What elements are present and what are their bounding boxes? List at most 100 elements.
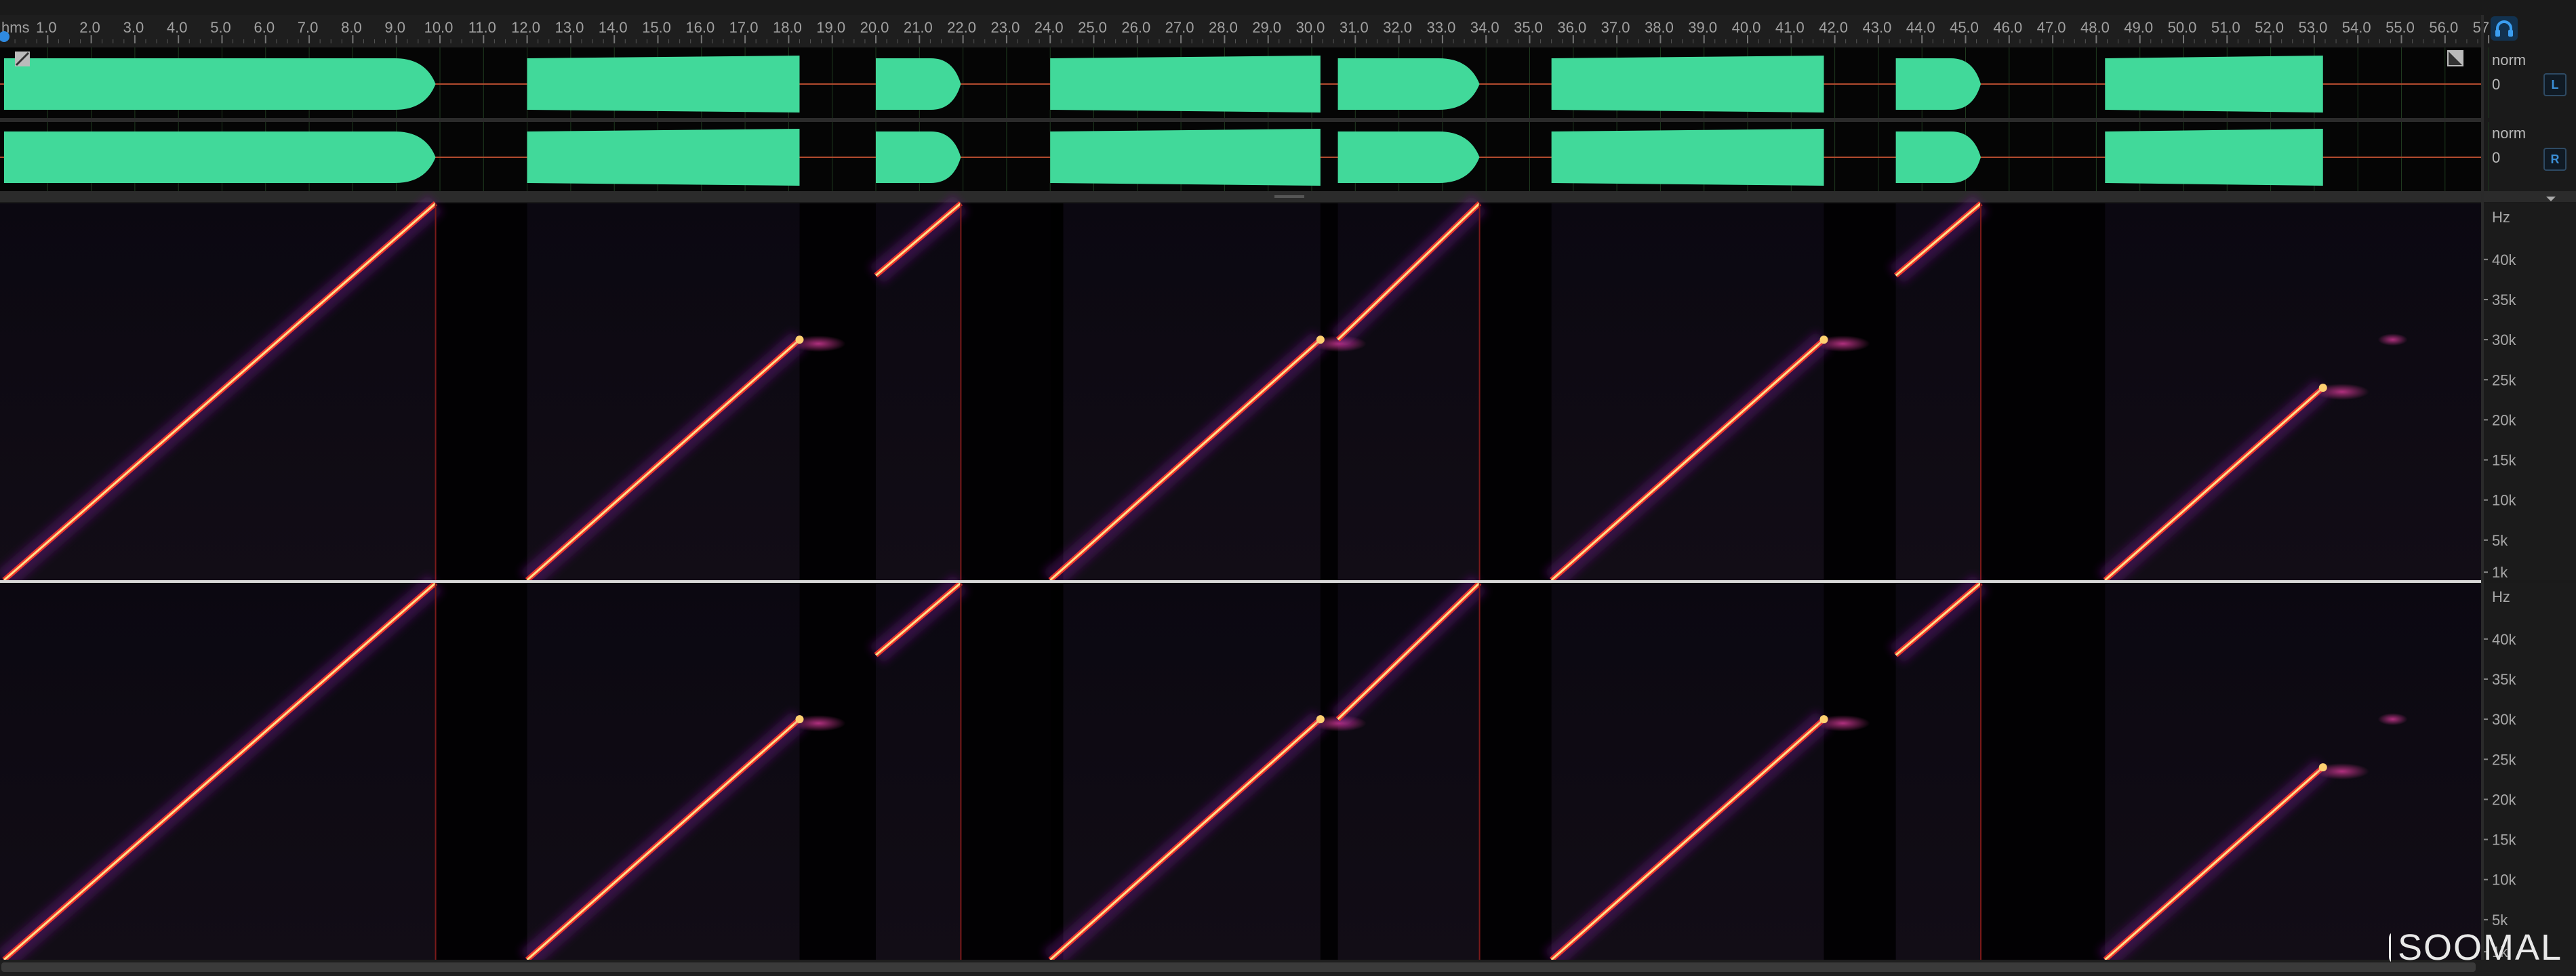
ruler-tick-label: 36.0 — [1557, 19, 1586, 36]
ruler-tick-label: 19.0 — [816, 19, 845, 36]
spectrogram-silence — [799, 583, 876, 960]
channel-r-button[interactable]: R — [2543, 148, 2567, 171]
spectrogram-silence — [799, 203, 876, 580]
waveform-clip[interactable] — [1551, 129, 1824, 186]
spectrogram-channel-right[interactable]: Hz40k35k30k25k20k15k10k5k1k — [0, 574, 2576, 969]
freq-tick-label: 40k — [2492, 631, 2516, 648]
ruler-tick-label: 12.0 — [511, 19, 540, 36]
ruler-tick-label: 6.0 — [254, 19, 275, 36]
waveform-clip[interactable] — [4, 58, 436, 110]
freq-tick-label: 20k — [2492, 791, 2516, 808]
ruler-tick-label: 28.0 — [1209, 19, 1238, 36]
ruler-tick-label: 48.0 — [2080, 19, 2110, 36]
waveform-clip[interactable] — [1337, 58, 1480, 110]
sweep-peak — [2318, 384, 2327, 392]
waveform-clip[interactable] — [876, 131, 961, 183]
sweep-peak — [2318, 763, 2327, 772]
ruler-tick-label: 31.0 — [1340, 19, 1369, 36]
scrollbar-thumb[interactable] — [1, 962, 2476, 972]
ruler-tick-label: 3.0 — [123, 19, 144, 36]
spectrogram-silence — [435, 203, 527, 580]
ruler-tick-label: 21.0 — [904, 19, 933, 36]
spectrogram-silence — [961, 583, 1051, 960]
freq-tick-label: 15k — [2492, 832, 2516, 849]
headphones-icon — [2495, 20, 2513, 37]
editor-canvas[interactable]: hms 1.0 2.0 3.0 4.0 5.0 6.0 7.0 8.0 9.0 10.0 11.0 12… — [0, 0, 2576, 976]
freq-tick-label: 35k — [2492, 671, 2516, 688]
audio-editor-window: hms 1.0 2.0 3.0 4.0 5.0 6.0 7.0 8.0 9.0 10.0 11.0 12… — [0, 0, 2576, 976]
waveform-clip[interactable] — [1551, 56, 1824, 113]
waveform-clip[interactable] — [1895, 58, 1981, 110]
spectrogram-channel-left[interactable]: Hz 40k 35k 30k 25k 20k 15k 10k 5k 1k — [0, 195, 2576, 589]
channel-l-button[interactable]: L — [2543, 73, 2567, 96]
ruler-tick-label: 10.0 — [424, 19, 454, 36]
waveform-clip[interactable] — [2105, 56, 2323, 113]
sweep-peak — [1819, 336, 1828, 344]
ruler-tick-label: 55.0 — [2386, 19, 2415, 36]
spectrogram-silence — [1320, 583, 1338, 960]
ruler-tick-label: 20.0 — [860, 19, 889, 36]
ruler-tick-label: 22.0 — [947, 19, 976, 36]
waveform-clip[interactable] — [527, 129, 800, 186]
ruler-tick-label: 42.0 — [1819, 19, 1848, 36]
spectrogram-channel-divider — [0, 580, 2481, 583]
ruler-tick-label: 34.0 — [1470, 19, 1500, 36]
ruler-tick-label: 18.0 — [773, 19, 802, 36]
freq-unit-label: Hz — [2492, 209, 2510, 226]
logo-text: SOOMAL — [2397, 927, 2562, 968]
waveform-clip[interactable] — [527, 56, 800, 113]
ruler-tick-label: 13.0 — [555, 19, 584, 36]
waveform-clip[interactable] — [1895, 131, 1981, 183]
waveform-channel-right[interactable] — [0, 122, 2489, 192]
freq-tick-label: 35k — [2492, 291, 2516, 308]
freq-tick-label: 15k — [2492, 452, 2516, 469]
waveform-clip[interactable] — [4, 131, 436, 183]
ruler-tick-label: 45.0 — [1950, 19, 1979, 36]
ruler-tick-label: 2.0 — [79, 19, 100, 36]
ruler-tick-label: 56.0 — [2429, 19, 2458, 36]
ruler-tick-label: 46.0 — [1993, 19, 2022, 36]
spectrogram-silence — [1479, 203, 1552, 580]
freq-tick-label: 20k — [2492, 411, 2516, 428]
freq-tick-label: 10k — [2492, 872, 2516, 889]
ruler-tick-label: 51.0 — [2211, 19, 2240, 36]
freq-tick-label: 25k — [2492, 751, 2516, 768]
channel-divider — [0, 118, 2481, 122]
freq-unit-label: Hz — [2492, 588, 2510, 605]
sweep-peak — [1316, 715, 1325, 724]
ruler-tick-label: 7.0 — [298, 19, 319, 36]
waveform-clip[interactable] — [1050, 129, 1321, 186]
ruler-tick-label: 35.0 — [1514, 19, 1543, 36]
freq-tick-label: 1k — [2492, 564, 2508, 581]
waveform-clip[interactable] — [2105, 129, 2323, 186]
freq-tick-label: 25k — [2492, 371, 2516, 388]
waveform-clip[interactable] — [1337, 131, 1480, 183]
artifact-burst — [2377, 333, 2408, 346]
ruler-tick-label: 23.0 — [990, 19, 1020, 36]
zero-label-r: 0 — [2492, 149, 2501, 166]
waveform-channel-left[interactable] — [0, 47, 2489, 118]
ruler-tick-label: 33.0 — [1426, 19, 1455, 36]
spectrogram-silence — [1981, 203, 2106, 580]
soomal-logo-icon — [2389, 933, 2391, 962]
freq-tick-label: 10k — [2492, 492, 2516, 509]
ruler-tick-label: 53.0 — [2298, 19, 2327, 36]
ruler-tick-label: 44.0 — [1906, 19, 1935, 36]
ruler-tick-label: 39.0 — [1688, 19, 1717, 36]
zero-label-l: 0 — [2492, 76, 2501, 93]
spectrogram-silence — [1981, 583, 2106, 960]
waveform-clip[interactable] — [1050, 56, 1321, 113]
spectrogram-gap — [1050, 583, 1064, 960]
headphones-button[interactable] — [2491, 16, 2518, 41]
ruler-tick-label: 11.0 — [468, 19, 496, 36]
splitter-grip[interactable] — [1274, 195, 1304, 198]
ruler-tick-label: 37.0 — [1601, 19, 1630, 36]
spectrogram-gap — [1050, 203, 1064, 580]
waveform-clip[interactable] — [876, 58, 961, 110]
spectrogram-silence — [1479, 583, 1552, 960]
ruler-tick-label: 29.0 — [1252, 19, 1281, 36]
scale-label-l: norm — [2492, 52, 2527, 68]
ruler-tick-label: 41.0 — [1775, 19, 1805, 36]
ruler-tick-label: 9.0 — [384, 19, 405, 36]
ruler-tick-label: 16.0 — [685, 19, 715, 36]
